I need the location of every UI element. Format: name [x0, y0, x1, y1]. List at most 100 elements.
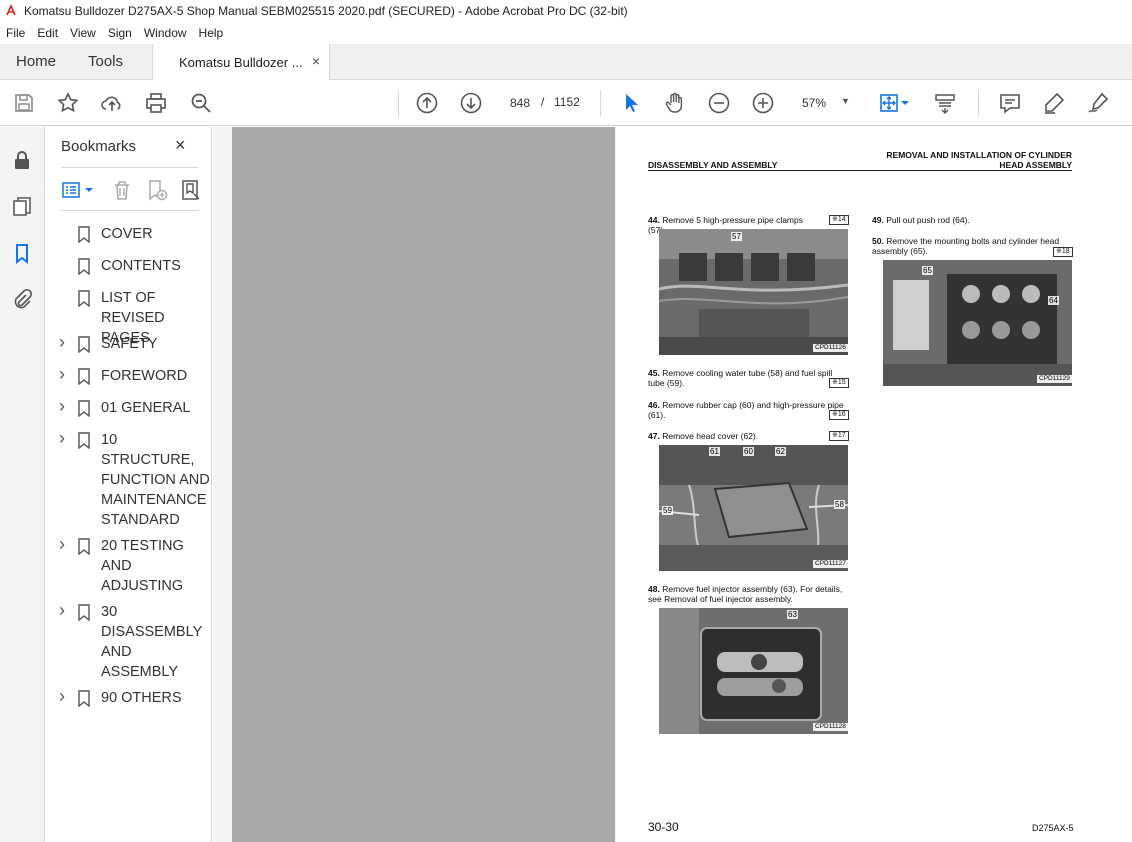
tab-document[interactable]: Komatsu Bulldozer ... — [152, 44, 330, 80]
page-thumbnails-icon[interactable] — [11, 195, 33, 217]
toolbar-divider — [978, 90, 979, 116]
bookmark-star-icon[interactable] — [56, 91, 80, 115]
step-number: 49. — [872, 215, 884, 225]
menu-window[interactable]: Window — [138, 26, 193, 40]
fit-dropdown-icon[interactable] — [899, 91, 911, 115]
bookmarks-panel-icon[interactable] — [11, 242, 33, 264]
select-cursor-icon[interactable] — [619, 91, 643, 115]
bookmark-icon — [78, 258, 90, 275]
reference-mark: ※14 — [829, 215, 849, 225]
bookmark-label: 10 STRUCTURE, FUNCTION AND MAINTENANCE S… — [101, 432, 210, 528]
expand-chevron-icon[interactable]: › — [59, 686, 65, 706]
expand-chevron-icon[interactable]: › — [59, 534, 65, 554]
bookmark-label: CONTENTS — [101, 258, 181, 274]
engine-photo-graphic — [883, 260, 1072, 386]
callout-58: 58 — [834, 500, 845, 509]
bookmark-icon — [78, 290, 90, 307]
previous-page-icon[interactable] — [415, 91, 439, 115]
callout-61: 61 — [709, 447, 720, 456]
menu-file[interactable]: File — [0, 26, 31, 40]
sign-pen-icon[interactable] — [1086, 91, 1110, 115]
scroll-mode-icon[interactable] — [933, 91, 957, 115]
expand-chevron-icon[interactable]: › — [59, 428, 65, 448]
photo-cylinder-head: 65 64 CPD11129 — [883, 260, 1072, 386]
callout-57: 57 — [731, 232, 742, 241]
highlight-pen-icon[interactable] — [1042, 91, 1066, 115]
delete-bookmark-icon[interactable] — [110, 178, 134, 202]
bookmark-icon — [78, 604, 90, 621]
comment-icon[interactable] — [998, 91, 1022, 115]
bookmark-label: 90 OTHERS — [101, 690, 182, 706]
step-48: 48. Remove fuel injector assembly (63). … — [648, 584, 848, 604]
zoom-search-icon[interactable] — [189, 91, 213, 115]
menu-edit[interactable]: Edit — [31, 26, 64, 40]
divider — [61, 210, 198, 211]
new-bookmark-icon[interactable] — [145, 178, 169, 202]
step-text: Remove head cover (62). — [662, 431, 759, 441]
header-section-title-line2: HEAD ASSEMBLY — [999, 160, 1072, 170]
tab-close-button[interactable]: × — [312, 53, 320, 69]
toolbar-divider — [600, 90, 601, 116]
step-50: 50. Remove the mounting bolts and cylind… — [872, 236, 1072, 256]
left-tool-rail — [0, 127, 45, 842]
bookmark-from-selection-icon[interactable] — [179, 178, 203, 202]
page-footer-number: 30-30 — [648, 820, 679, 834]
bookmark-icon — [78, 226, 90, 243]
bookmark-icon — [78, 432, 90, 449]
bookmark-label: 20 TESTING AND ADJUSTING — [101, 538, 184, 594]
title-bar: Komatsu Bulldozer D275AX-5 Shop Manual S… — [0, 0, 1132, 22]
page-footer-model: D275AX-5 — [1032, 823, 1074, 833]
expand-chevron-icon[interactable]: › — [59, 396, 65, 416]
expand-chevron-icon[interactable]: › — [59, 600, 65, 620]
bookmarks-panel: Bookmarks × COVER CONTENTS LIST OF REVISED… — [45, 127, 212, 842]
photo-head-cover: 61 60 62 58 59 CPD11127 — [659, 445, 848, 571]
divider — [61, 167, 198, 168]
tab-home[interactable]: Home — [16, 53, 56, 70]
photo-code: CPD11129 — [1037, 375, 1072, 383]
step-46: 46. Remove rubber cap (60) and high-pres… — [648, 400, 848, 420]
toolbar-divider — [398, 90, 399, 116]
menu-view[interactable]: View — [64, 26, 102, 40]
attachments-icon[interactable] — [11, 288, 33, 310]
step-text: Remove the mounting bolts and cylinder h… — [872, 236, 1060, 256]
menu-sign[interactable]: Sign — [102, 26, 138, 40]
callout-59: 59 — [662, 506, 673, 515]
zoom-dropdown-icon[interactable]: ▼ — [841, 96, 850, 106]
header-section-title-line1: REMOVAL AND INSTALLATION OF CYLINDER — [886, 150, 1072, 160]
engine-photo-graphic — [659, 445, 848, 571]
zoom-out-icon[interactable] — [707, 91, 731, 115]
step-text: Remove fuel injector assembly (63). For … — [648, 584, 843, 604]
tab-tools[interactable]: Tools — [88, 53, 123, 70]
step-49: 49. Pull out push rod (64). — [872, 215, 1072, 225]
menu-help[interactable]: Help — [193, 26, 230, 40]
save-icon[interactable] — [12, 91, 36, 115]
print-icon[interactable] — [144, 91, 168, 115]
bookmark-options-icon[interactable] — [61, 178, 85, 202]
expand-chevron-icon[interactable]: › — [59, 364, 65, 384]
hand-tool-icon[interactable] — [663, 91, 687, 115]
upload-cloud-icon[interactable] — [100, 91, 124, 115]
step-number: 44. — [648, 215, 660, 225]
bookmark-icon — [78, 368, 90, 385]
callout-65: 65 — [922, 266, 933, 275]
zoom-in-icon[interactable] — [751, 91, 775, 115]
page-total: 1152 — [554, 95, 580, 109]
bookmark-options-dropdown-icon[interactable] — [83, 178, 95, 202]
menu-bar: File Edit View Sign Window Help — [0, 22, 1132, 44]
page-number-input[interactable]: 848 — [502, 91, 538, 115]
step-number: 50. — [872, 236, 884, 246]
step-text: Remove rubber cap (60) and high-pressure… — [648, 400, 844, 420]
expand-chevron-icon[interactable]: › — [59, 332, 65, 352]
bookmark-icon — [78, 400, 90, 417]
header-rule — [648, 170, 1072, 171]
reference-mark: ※15 — [829, 378, 849, 388]
next-page-icon[interactable] — [459, 91, 483, 115]
step-number: 47. — [648, 431, 660, 441]
lock-icon[interactable] — [11, 149, 33, 171]
bookmark-icon — [78, 336, 90, 353]
bookmarks-close-button[interactable]: × — [175, 135, 186, 156]
bookmark-icon — [78, 690, 90, 707]
fit-page-icon[interactable] — [877, 91, 901, 115]
tab-document-label: Komatsu Bulldozer ... — [179, 55, 303, 70]
photo-code: CPD11128 — [813, 723, 848, 731]
